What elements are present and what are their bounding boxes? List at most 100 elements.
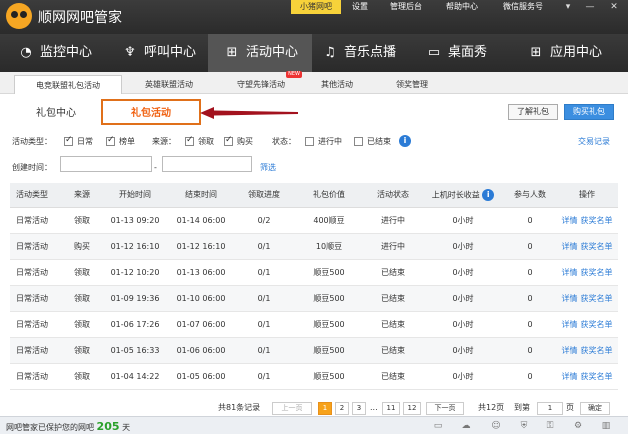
table-cell: 进行中	[364, 233, 422, 260]
start-date-input[interactable]	[60, 156, 152, 172]
detail-link[interactable]: 详情	[562, 242, 578, 251]
nav-music[interactable]: ♫ 音乐点播	[312, 34, 412, 72]
page-11-button[interactable]: 11	[382, 402, 400, 415]
microphone-icon: ♆	[124, 45, 136, 60]
status-active-checkbox[interactable]	[305, 137, 314, 146]
detail-link[interactable]: 详情	[562, 372, 578, 381]
learn-gift-button[interactable]: 了解礼包	[508, 104, 558, 120]
table-cell: 顺豆500	[294, 311, 364, 338]
winners-list-link[interactable]: 获奖名单	[581, 294, 613, 303]
app-title: 顺网网吧管家	[38, 10, 122, 26]
page-unit: 页	[566, 403, 574, 412]
type-daily-checkbox[interactable]	[64, 135, 73, 146]
page-number-input[interactable]: 1	[537, 402, 563, 415]
table-cell: 0小时	[422, 259, 504, 286]
page-ellipsis: ...	[370, 403, 378, 412]
protected-days: 205	[96, 420, 120, 433]
winners-list-link[interactable]: 获奖名单	[581, 346, 613, 355]
transaction-records-link[interactable]: 交易记录	[578, 136, 610, 148]
table-cell: 0/1	[234, 259, 294, 286]
topmenu-admin[interactable]: 管理后台	[384, 0, 428, 14]
winners-list-link[interactable]: 获奖名单	[581, 320, 613, 329]
detail-link[interactable]: 详情	[562, 294, 578, 303]
section-gift-center[interactable]: 礼包中心	[36, 104, 76, 119]
protection-status: 网吧管家已保护您的网吧 205 天	[6, 420, 131, 433]
tray-lock-icon[interactable]: ⚿	[544, 420, 556, 432]
page-3-button[interactable]: 3	[352, 402, 366, 415]
topmenu-settings[interactable]: 设置	[346, 0, 374, 14]
filter-link[interactable]: 筛选	[260, 162, 276, 174]
tray-chart-icon[interactable]: ▥	[600, 420, 612, 432]
prev-page-button[interactable]: 上一页	[272, 402, 312, 415]
topmenu-wechat[interactable]: 微信服务号	[496, 0, 550, 14]
header-source: 来源	[62, 183, 102, 208]
winners-list-link[interactable]: 获奖名单	[581, 216, 613, 225]
source-buy-checkbox[interactable]	[224, 135, 233, 146]
nav-monitor[interactable]: ◔ 监控中心	[0, 34, 104, 72]
table-cell: 0	[504, 311, 556, 338]
tray-gear-icon[interactable]: ⚙	[572, 420, 584, 432]
type-rank-checkbox[interactable]	[106, 135, 115, 146]
table-row: 日常活动 购买 01-12 16:10 01-12 16:10 0/1 10顺豆 进行中 0小…	[10, 233, 618, 260]
table-header-row: 活动类型 来源 开始时间 结束时间 领取进度 礼包价值 活动状态 上机时长收益 …	[10, 183, 618, 208]
detail-link[interactable]: 详情	[562, 216, 578, 225]
status-ended-label: 已结束	[367, 137, 391, 146]
info-icon[interactable]: i	[399, 135, 411, 147]
tray-window-icon[interactable]: ▭	[432, 420, 444, 432]
source-claim-checkbox[interactable]	[185, 135, 194, 146]
table-cell: 01-13 06:00	[168, 259, 234, 286]
header-status: 活动状态	[364, 183, 422, 208]
buy-gift-button[interactable]: 购买礼包	[564, 104, 614, 120]
detail-link[interactable]: 详情	[562, 346, 578, 355]
table-cell: 01-07 06:00	[168, 311, 234, 338]
table-row: 日常活动 领取 01-05 16:33 01-06 06:00 0/1 顺豆500 已结束 0…	[10, 337, 618, 364]
table-cell: 10顺豆	[294, 233, 364, 260]
winners-list-link[interactable]: 获奖名单	[581, 372, 613, 381]
winners-list-link[interactable]: 获奖名单	[581, 242, 613, 251]
title-bar: 顺网网吧管家 小猪网吧 设置 管理后台 帮助中心 微信服务号 ▾ — ✕	[0, 0, 628, 34]
table-cell: 日常活动	[10, 363, 62, 390]
status-ended-checkbox[interactable]	[354, 137, 363, 146]
table-cell: 购买	[62, 233, 102, 260]
total-records: 共81条记录	[218, 403, 261, 412]
dropdown-icon[interactable]: ▾	[560, 0, 576, 14]
nav-call[interactable]: ♆ 呼叫中心	[104, 34, 208, 72]
topmenu-help[interactable]: 帮助中心	[440, 0, 484, 14]
page-12-button[interactable]: 12	[403, 402, 421, 415]
table-cell: 01-12 16:10	[168, 233, 234, 260]
page-1-button[interactable]: 1	[318, 402, 332, 415]
table-cell: 已结束	[364, 311, 422, 338]
detail-link[interactable]: 详情	[562, 268, 578, 277]
type-label: 活动类型：	[12, 137, 52, 146]
end-date-input[interactable]	[162, 156, 252, 172]
new-badge: NEW	[286, 71, 302, 78]
next-page-button[interactable]: 下一页	[426, 402, 464, 415]
tray-shield-icon[interactable]: ⛨	[518, 420, 530, 432]
table-cell: 0	[504, 363, 556, 390]
table-cell: 01-12 16:10	[102, 233, 168, 260]
subtab-overwatch[interactable]: 守望先锋活动 NEW	[218, 71, 304, 94]
subtab-awards[interactable]: 领奖管理	[372, 75, 452, 94]
table-cell: 已结束	[364, 259, 422, 286]
minimize-icon[interactable]: —	[582, 0, 598, 14]
tray-user-icon[interactable]: ☺	[490, 420, 502, 432]
nav-activity[interactable]: ⊞ 活动中心	[208, 34, 312, 72]
nav-desktop[interactable]: ▭ 桌面秀	[412, 34, 516, 72]
tray-cloud-icon[interactable]: ☁	[460, 420, 472, 432]
table-cell: 01-05 06:00	[168, 363, 234, 390]
actions-cell: 详情 获奖名单	[556, 311, 618, 338]
subtab-other[interactable]: 其他活动	[304, 75, 370, 94]
detail-link[interactable]: 详情	[562, 320, 578, 329]
winners-list-link[interactable]: 获奖名单	[581, 268, 613, 277]
nav-apps[interactable]: ⊞ 应用中心	[516, 34, 628, 72]
subtab-lol[interactable]: 英雄联盟活动	[126, 75, 212, 94]
goto-confirm-button[interactable]: 确定	[580, 402, 610, 415]
table-row: 日常活动 领取 01-06 17:26 01-07 06:00 0/1 顺豆500 已结束 0…	[10, 311, 618, 338]
table-cell: 0小时	[422, 311, 504, 338]
earnings-info-icon[interactable]: i	[482, 188, 495, 201]
subtab-esports[interactable]: 电竞联盟礼包活动	[14, 75, 122, 94]
page-2-button[interactable]: 2	[335, 402, 349, 415]
close-icon[interactable]: ✕	[606, 0, 622, 14]
topmenu-xiaozhu[interactable]: 小猪网吧	[291, 0, 341, 14]
actions-cell: 详情 获奖名单	[556, 285, 618, 312]
